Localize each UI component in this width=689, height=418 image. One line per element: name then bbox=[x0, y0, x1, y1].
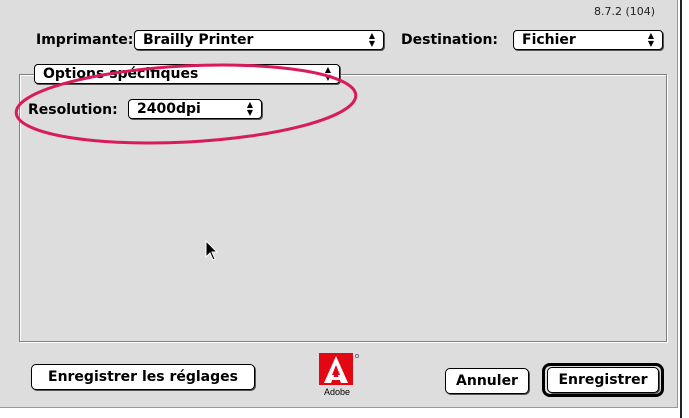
options-select[interactable]: Options spécifiques ▲ ▼ bbox=[34, 64, 340, 84]
window-edge bbox=[680, 0, 682, 418]
destination-select-value: Fichier bbox=[522, 32, 576, 48]
save-button[interactable]: Enregistrer bbox=[547, 367, 659, 393]
printer-select-value: Brailly Printer bbox=[143, 32, 254, 48]
resolution-label: Resolution: bbox=[28, 102, 118, 118]
destination-select[interactable]: Fichier ▲ ▼ bbox=[513, 30, 663, 50]
resolution-select[interactable]: 2400dpi ▲ ▼ bbox=[128, 99, 262, 119]
printer-select[interactable]: Brailly Printer ▲ ▼ bbox=[134, 30, 384, 50]
printer-label: Imprimante: bbox=[36, 32, 134, 48]
popup-arrows-icon: ▲ ▼ bbox=[246, 100, 254, 117]
popup-arrows-icon: ▲ ▼ bbox=[647, 31, 655, 48]
cancel-button[interactable]: Annuler bbox=[445, 368, 529, 394]
options-select-value: Options spécifiques bbox=[43, 66, 199, 82]
resolution-select-value: 2400dpi bbox=[137, 101, 201, 117]
version-text: 8.7.2 (104) bbox=[594, 5, 656, 18]
mouse-cursor-icon bbox=[205, 240, 219, 261]
popup-arrows-icon: ▲ ▼ bbox=[324, 65, 332, 82]
save-settings-button[interactable]: Enregistrer les réglages bbox=[31, 364, 255, 390]
destination-label: Destination: bbox=[401, 32, 499, 48]
print-dialog: 8.7.2 (104) Imprimante: Brailly Printer … bbox=[0, 0, 678, 408]
adobe-logo-text: Adobe bbox=[324, 387, 351, 397]
popup-arrows-icon: ▲ ▼ bbox=[368, 31, 376, 48]
